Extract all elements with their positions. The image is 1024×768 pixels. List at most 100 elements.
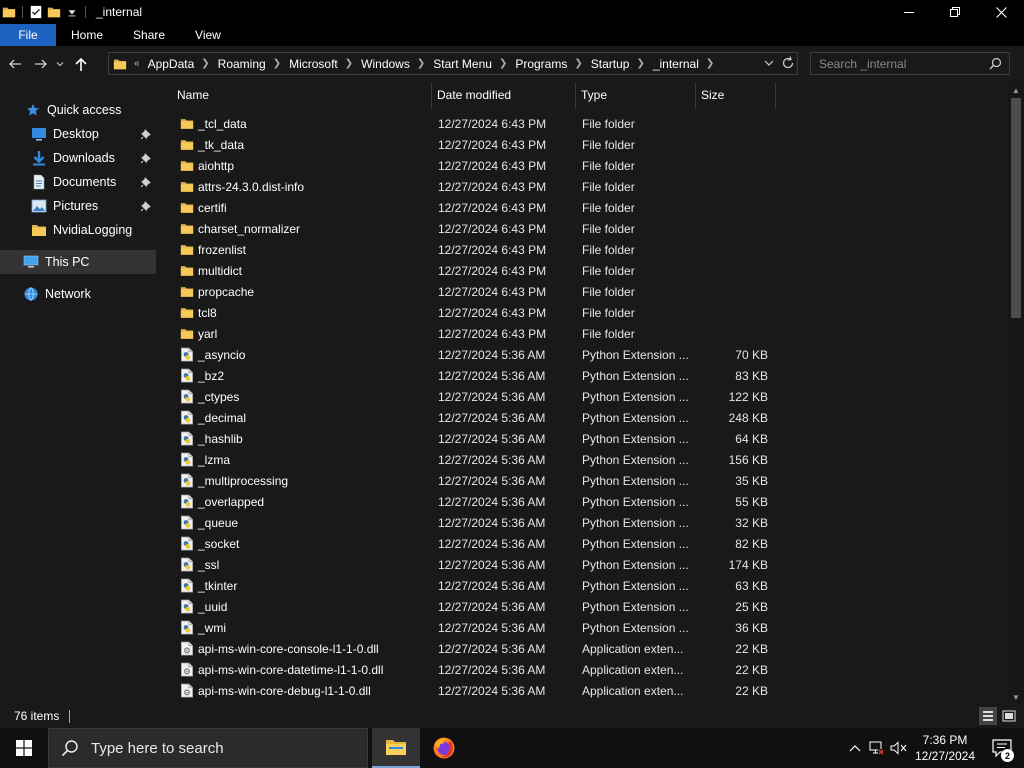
address-dropdown-icon[interactable] xyxy=(763,55,775,71)
scrollbar-thumb[interactable] xyxy=(1011,98,1021,318)
properties-icon[interactable] xyxy=(29,5,43,19)
overflow-chevron[interactable]: « xyxy=(134,58,140,69)
file-row[interactable]: yarl 12/27/2024 6:43 PM File folder xyxy=(160,323,1008,344)
file-row[interactable]: _wmi 12/27/2024 5:36 AM Python Extension .… xyxy=(160,617,1008,638)
sidebar-item-desktop[interactable]: Desktop xyxy=(0,122,156,146)
new-folder-icon[interactable] xyxy=(47,5,61,19)
address-bar[interactable]: « AppData ❯ Roaming ❯ Microsoft ❯ Windows ❯ … xyxy=(108,52,798,75)
pin-icon[interactable] xyxy=(140,128,152,140)
volume-icon[interactable] xyxy=(888,740,910,756)
file-row[interactable]: tcl8 12/27/2024 6:43 PM File folder xyxy=(160,302,1008,323)
file-row[interactable]: aiohttp 12/27/2024 6:43 PM File folder xyxy=(160,155,1008,176)
file-row[interactable]: _multiprocessing 12/27/2024 5:36 AM Python… xyxy=(160,470,1008,491)
sidebar-item-pictures[interactable]: Pictures xyxy=(0,194,156,218)
taskbar-search-box[interactable]: Type here to search xyxy=(48,728,368,768)
network-status-icon[interactable] xyxy=(866,740,888,756)
breadcrumb-separator-icon[interactable]: ❯ xyxy=(201,58,209,69)
breadcrumb-separator-icon[interactable]: ❯ xyxy=(706,58,714,69)
taskbar-file-explorer[interactable] xyxy=(372,728,420,768)
tab-file[interactable]: File xyxy=(0,24,56,46)
breadcrumb-start-menu[interactable]: Start Menu xyxy=(433,57,492,71)
column-header-name[interactable]: ⌃ Name xyxy=(160,82,432,108)
clock[interactable]: 7:36 PM 12/27/2024 xyxy=(910,732,980,764)
tab-share[interactable]: Share xyxy=(118,24,180,46)
file-row[interactable]: _queue 12/27/2024 5:36 AM Python Extension… xyxy=(160,512,1008,533)
start-button[interactable] xyxy=(0,728,48,768)
file-name: _hashlib xyxy=(198,431,243,446)
search-box[interactable] xyxy=(810,52,1010,75)
breadcrumb-appdata[interactable]: AppData xyxy=(148,57,195,71)
file-row[interactable]: _uuid 12/27/2024 5:36 AM Python Extension … xyxy=(160,596,1008,617)
breadcrumb-separator-icon[interactable]: ❯ xyxy=(574,58,582,69)
file-row[interactable]: _decimal 12/27/2024 5:36 AM Python Extensi… xyxy=(160,407,1008,428)
notification-center-button[interactable]: 2 xyxy=(980,728,1024,768)
file-row[interactable]: frozenlist 12/27/2024 6:43 PM File folder xyxy=(160,239,1008,260)
sidebar-item-quick-access[interactable]: Quick access xyxy=(0,98,156,122)
search-icon[interactable] xyxy=(989,57,1002,70)
sidebar-item-downloads[interactable]: Downloads xyxy=(0,146,156,170)
file-row[interactable]: _lzma 12/27/2024 5:36 AM Python Extension … xyxy=(160,449,1008,470)
column-header-date-modified[interactable]: Date modified xyxy=(432,82,576,108)
pin-icon[interactable] xyxy=(140,152,152,164)
sidebar-item-documents[interactable]: Documents xyxy=(0,170,156,194)
scroll-down-icon[interactable]: ▼ xyxy=(1012,693,1020,702)
pin-icon[interactable] xyxy=(140,176,152,188)
minimize-button[interactable] xyxy=(886,0,932,24)
file-row[interactable]: _hashlib 12/27/2024 5:36 AM Python Extensi… xyxy=(160,428,1008,449)
breadcrumb-separator-icon[interactable]: ❯ xyxy=(499,58,507,69)
breadcrumb-separator-icon[interactable]: ❯ xyxy=(273,58,281,69)
customize-toolbar-icon[interactable] xyxy=(65,5,79,19)
breadcrumb-separator-icon[interactable]: ❯ xyxy=(417,58,425,69)
scroll-up-icon[interactable]: ▲ xyxy=(1012,86,1020,95)
up-button[interactable] xyxy=(70,53,92,75)
breadcrumb-internal[interactable]: _internal xyxy=(653,57,699,71)
vertical-scrollbar[interactable]: ▲ ▼ xyxy=(1008,82,1024,704)
file-row[interactable]: multidict 12/27/2024 6:43 PM File folder xyxy=(160,260,1008,281)
file-row[interactable]: _asyncio 12/27/2024 5:36 AM Python Extensi… xyxy=(160,344,1008,365)
breadcrumb-separator-icon[interactable]: ❯ xyxy=(636,58,644,69)
taskbar-firefox[interactable] xyxy=(420,728,468,768)
folder-icon[interactable] xyxy=(2,5,16,19)
file-row[interactable]: _overlapped 12/27/2024 5:36 AM Python Exte… xyxy=(160,491,1008,512)
breadcrumb-roaming[interactable]: Roaming xyxy=(218,57,266,71)
column-header-type[interactable]: Type xyxy=(576,82,696,108)
breadcrumb-windows[interactable]: Windows xyxy=(361,57,410,71)
file-row[interactable]: _ssl 12/27/2024 5:36 AM Python Extension .… xyxy=(160,554,1008,575)
breadcrumb-programs[interactable]: Programs xyxy=(515,57,567,71)
show-hidden-icons-button[interactable] xyxy=(844,744,866,752)
file-row[interactable]: _ctypes 12/27/2024 5:36 AM Python Extensio… xyxy=(160,386,1008,407)
file-row[interactable]: api-ms-win-core-console-l1-1-0.dll 12/27/… xyxy=(160,638,1008,659)
sidebar-item-network[interactable]: Network xyxy=(0,282,156,306)
breadcrumb-startup[interactable]: Startup xyxy=(591,57,630,71)
file-row[interactable]: _socket 12/27/2024 5:36 AM Python Extensio… xyxy=(160,533,1008,554)
column-header-size[interactable]: Size xyxy=(696,82,776,108)
sidebar-item-nvidialogging[interactable]: NvidiaLogging xyxy=(0,218,156,242)
search-input[interactable] xyxy=(819,56,989,71)
breadcrumb-microsoft[interactable]: Microsoft xyxy=(289,57,338,71)
refresh-icon[interactable] xyxy=(781,55,795,71)
close-button[interactable] xyxy=(978,0,1024,24)
file-row[interactable]: _tkinter 12/27/2024 5:36 AM Python Extensi… xyxy=(160,575,1008,596)
file-type: Python Extension ... xyxy=(582,620,689,635)
tab-home[interactable]: Home xyxy=(56,24,118,46)
details-view-button[interactable] xyxy=(979,707,997,725)
back-button[interactable] xyxy=(4,53,26,75)
file-row[interactable]: attrs-24.3.0.dist-info 12/27/2024 6:43 PM… xyxy=(160,176,1008,197)
breadcrumb-separator-icon[interactable]: ❯ xyxy=(345,58,353,69)
maximize-button[interactable] xyxy=(932,0,978,24)
sidebar-item-this-pc[interactable]: This PC xyxy=(0,250,156,274)
file-row[interactable]: certifi 12/27/2024 6:43 PM File folder xyxy=(160,197,1008,218)
tab-view[interactable]: View xyxy=(180,24,236,46)
recent-locations-button[interactable] xyxy=(54,53,66,75)
file-row[interactable]: _tcl_data 12/27/2024 6:43 PM File folder xyxy=(160,113,1008,134)
forward-button[interactable] xyxy=(30,53,52,75)
file-row[interactable]: propcache 12/27/2024 6:43 PM File folder xyxy=(160,281,1008,302)
file-type: Python Extension ... xyxy=(582,347,689,362)
file-row[interactable]: _bz2 12/27/2024 5:36 AM Python Extension .… xyxy=(160,365,1008,386)
large-icons-view-button[interactable] xyxy=(1000,707,1018,725)
pin-icon[interactable] xyxy=(140,200,152,212)
file-row[interactable]: _tk_data 12/27/2024 6:43 PM File folder xyxy=(160,134,1008,155)
file-row[interactable]: api-ms-win-core-datetime-l1-1-0.dll 12/27… xyxy=(160,659,1008,680)
file-row[interactable]: charset_normalizer 12/27/2024 6:43 PM File… xyxy=(160,218,1008,239)
file-row[interactable]: api-ms-win-core-debug-l1-1-0.dll 12/27/20… xyxy=(160,680,1008,701)
